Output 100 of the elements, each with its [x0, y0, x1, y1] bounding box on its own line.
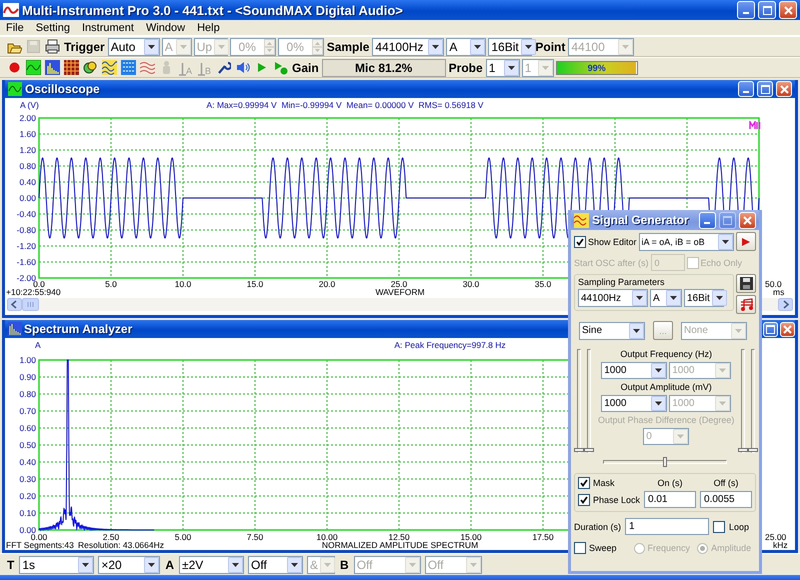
menu-item[interactable]: Instrument — [82, 22, 134, 34]
vertical-slider[interactable] — [741, 349, 746, 453]
close-button[interactable] — [739, 212, 756, 228]
on-time-field[interactable]: 0.01 — [644, 491, 696, 508]
window-title: Oscilloscope — [25, 82, 100, 96]
sine-wave-icon[interactable] — [26, 60, 41, 75]
measurement-readout: A: Peak Frequency=997.8 Hz — [394, 340, 506, 350]
toolbar-dropdown[interactable]: 1 — [486, 58, 520, 76]
measurement-readout: A: Max=0.99994 V Min=-0.99994 V Mean= 0.00000 V RMS= 0.56918 V — [206, 100, 484, 110]
vertical-slider[interactable] — [751, 349, 756, 453]
bar-chart-icon[interactable] — [45, 60, 60, 75]
record-icon[interactable] — [7, 60, 22, 75]
duration-field[interactable]: 1 — [625, 518, 710, 535]
scroll-right-icon[interactable] — [778, 298, 793, 311]
checkbox[interactable] — [578, 494, 590, 506]
circles-icon[interactable] — [83, 60, 98, 75]
maximize-button[interactable] — [757, 81, 773, 97]
music-button[interactable] — [736, 295, 756, 314]
routing-dropdown[interactable]: iA = oA, iB = oB — [638, 232, 734, 250]
y-tick-label: 0.80 — [19, 161, 36, 171]
minimize-button[interactable] — [738, 81, 754, 97]
horizontal-slider[interactable] — [603, 460, 727, 464]
amplitude-dropdown[interactable]: 1000 — [601, 395, 668, 412]
slider-thumb[interactable] — [663, 457, 667, 467]
minimize-button[interactable] — [699, 212, 716, 228]
x-tick-label: 12.50 — [388, 532, 410, 542]
off-time-field[interactable]: 0.0055 — [700, 491, 752, 508]
sine-wave-icon — [8, 82, 22, 96]
field-label: Output Phase Difference (Degree) — [598, 415, 734, 425]
close-icon — [783, 324, 792, 334]
menu-item[interactable]: File — [6, 22, 24, 34]
bit-depth-dropdown[interactable]: 16Bit — [684, 289, 724, 307]
channel-dropdown[interactable]: A — [650, 289, 682, 307]
waveform-dropdown[interactable]: Sine — [579, 322, 645, 340]
window-icon — [760, 84, 770, 94]
sample-rate-dropdown[interactable]: 44100Hz — [578, 289, 648, 307]
menu-item[interactable]: Window — [146, 22, 186, 34]
x-axis-title: NORMALIZED AMPLITUDE SPECTRUM — [322, 540, 478, 550]
field-label: Output Frequency (Hz) — [620, 349, 712, 359]
slider-thumb[interactable] — [748, 448, 758, 452]
y-tick-label: 0.30 — [19, 474, 36, 484]
x-tick-label: 10.0 — [174, 279, 192, 289]
checkbox[interactable] — [574, 542, 586, 554]
y-tick-label: 0.20 — [19, 491, 36, 501]
printer-icon[interactable] — [45, 39, 60, 54]
window-icon — [762, 6, 772, 14]
checkbox[interactable] — [578, 477, 590, 489]
maximize-button[interactable] — [763, 322, 778, 336]
x-tick-label: 7.50 — [246, 532, 264, 542]
play-dot-icon[interactable] — [273, 60, 288, 75]
checkbox[interactable] — [713, 520, 726, 532]
x-tick-label: 50.0 — [765, 279, 782, 289]
menu-item[interactable]: Help — [197, 22, 220, 34]
maximize-button[interactable] — [758, 1, 776, 19]
toolbar-dropdown[interactable]: 44100Hz — [372, 38, 444, 56]
x-tick-label: 2.50 — [102, 532, 120, 542]
close-button[interactable] — [779, 1, 797, 19]
checker-icon[interactable] — [64, 60, 79, 75]
field-label: Duration (s) — [574, 522, 622, 532]
play-button[interactable] — [736, 232, 756, 251]
frequency-dropdown[interactable]: 1000 — [601, 362, 668, 379]
window-icon — [723, 216, 732, 224]
close-button[interactable] — [776, 81, 792, 97]
toolbar-dropdown[interactable]: ±2V — [179, 556, 244, 574]
x-tick-label: 10.00 — [316, 532, 338, 542]
x-tick-label: 5.00 — [174, 532, 192, 542]
checkbox-label: Mask — [593, 478, 615, 488]
save-button[interactable] — [736, 274, 756, 293]
wave-lines-icon — [574, 212, 589, 228]
close-button[interactable] — [780, 322, 795, 336]
music-note-icon — [740, 298, 752, 311]
x-tick-label: 17.50 — [532, 532, 554, 542]
wrench-icon[interactable] — [216, 60, 231, 75]
toolbar-dropdown[interactable]: Auto — [108, 38, 160, 56]
minimize-button[interactable] — [737, 1, 755, 19]
field-label: Output Amplitude (mV) — [620, 382, 712, 392]
speaker-icon[interactable] — [235, 60, 250, 75]
checkbox[interactable] — [574, 236, 586, 248]
toolbar-label: Gain — [291, 60, 320, 74]
vertical-slider[interactable] — [577, 349, 581, 453]
toolbar-dropdown[interactable]: ×20 — [98, 556, 160, 574]
y-tick-label: 1.60 — [19, 129, 36, 139]
wave-lines-icon[interactable] — [102, 60, 117, 75]
scroll-left-icon[interactable] — [7, 298, 22, 311]
slider-thumb[interactable] — [584, 448, 594, 452]
resolution-text: Resolution: 43.0664Hz — [78, 540, 164, 550]
grid-icon[interactable] — [121, 60, 136, 75]
toolbar-dropdown[interactable]: A — [446, 38, 486, 56]
slider-thumb[interactable] — [738, 448, 748, 452]
group-title: Sampling Parameters — [578, 277, 666, 287]
scroll-thumb-icon[interactable] — [22, 298, 39, 311]
toolbar-dropdown[interactable]: 1s — [19, 556, 94, 574]
checkbox-label: Echo Only — [700, 258, 742, 268]
menu-item[interactable]: Setting — [36, 22, 70, 34]
vertical-slider[interactable] — [587, 349, 591, 453]
toolbar-dropdown[interactable]: Off — [248, 556, 304, 574]
toolbar-label: Point — [534, 40, 566, 54]
slider-thumb[interactable] — [574, 448, 584, 452]
window-title: Spectrum Analyzer — [24, 322, 132, 336]
y-tick-label: -1.60 — [16, 257, 36, 267]
